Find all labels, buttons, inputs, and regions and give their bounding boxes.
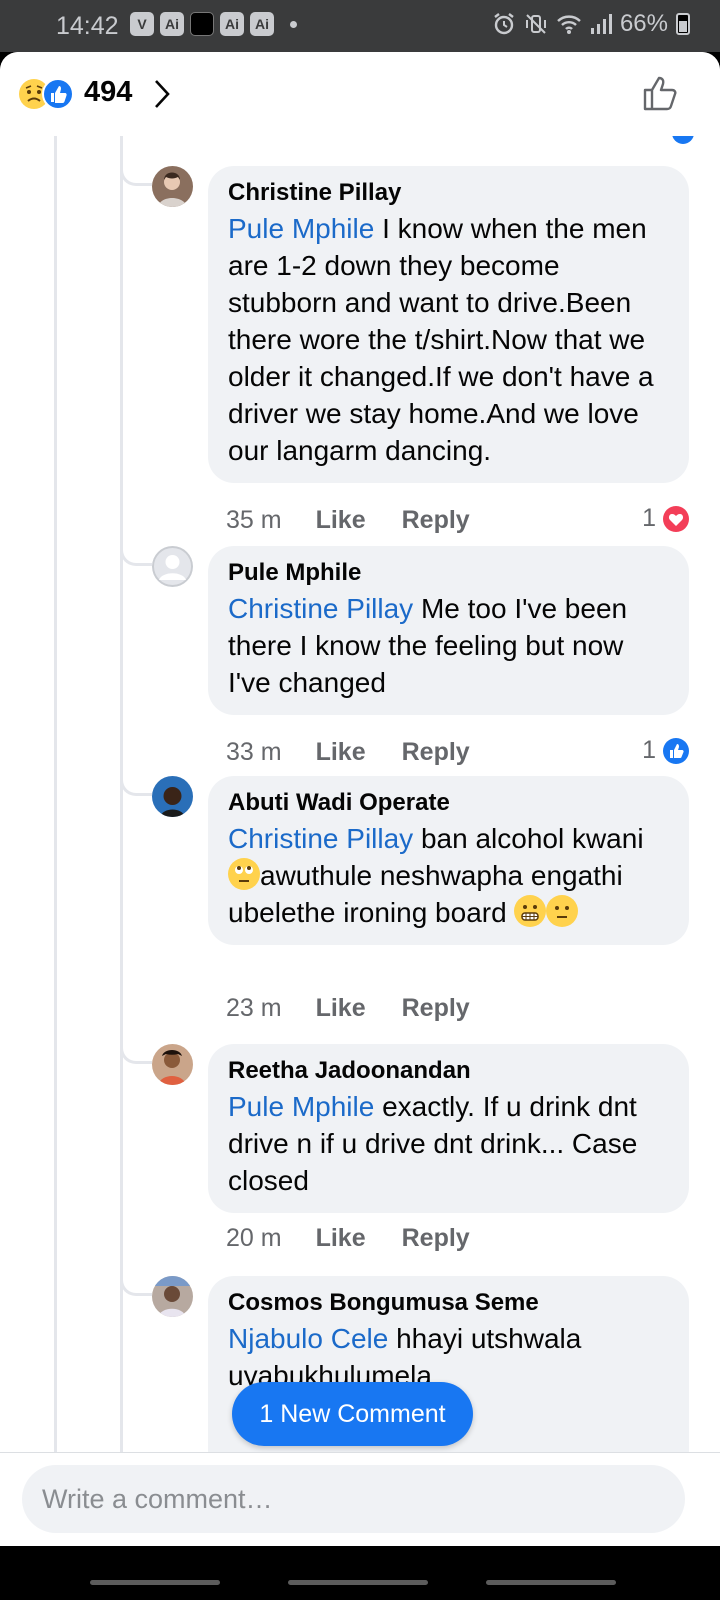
- reply-button[interactable]: Reply: [402, 1224, 470, 1253]
- mention-link[interactable]: Pule Mphile: [228, 213, 374, 244]
- comment-author[interactable]: Pule Mphile: [228, 558, 669, 588]
- avatar[interactable]: [152, 1044, 193, 1085]
- comment-composer: [0, 1452, 720, 1546]
- nav-back-indicator[interactable]: [486, 1580, 616, 1585]
- mention-link[interactable]: Christine Pillay: [228, 823, 413, 854]
- reaction-icon: [672, 136, 694, 144]
- like-reaction-icon: [663, 737, 689, 764]
- comment-text: Pule Mphile exactly. If u drink dnt driv…: [228, 1088, 669, 1199]
- status-right: 66%: [492, 10, 690, 38]
- reactions-header: 494: [0, 52, 720, 136]
- comment-bubble[interactable]: Christine Pillay Pule Mphile I know when…: [208, 166, 689, 483]
- love-reaction-icon: [663, 505, 689, 532]
- comment-thread: Christine Pillay Pule Mphile I know when…: [0, 136, 720, 1482]
- chevron-right-icon[interactable]: [152, 78, 172, 110]
- comments-sheet: 494 Christine Pillay Pule Mphile I know …: [0, 52, 720, 1482]
- mention-link[interactable]: Njabulo Cele: [228, 1323, 388, 1354]
- comment-reactions[interactable]: 1: [642, 736, 690, 765]
- comment-body: ban alcohol kwani: [413, 823, 644, 854]
- reply-connector: [120, 748, 152, 796]
- battery-icon: [676, 13, 690, 35]
- reply-button[interactable]: Reply: [402, 506, 470, 535]
- comment-bubble[interactable]: Abuti Wadi Operate Christine Pillay ban …: [208, 776, 689, 945]
- app-thumbnail-icon: [190, 12, 214, 36]
- reply-connector: [120, 138, 152, 186]
- status-app-icons: V Ai Ai Ai: [130, 12, 297, 36]
- reply-button[interactable]: Reply: [402, 738, 470, 767]
- status-bar: 14:42 V Ai Ai Ai 66%: [0, 0, 720, 52]
- like-button[interactable]: Like: [316, 738, 366, 767]
- reaction-count[interactable]: 494: [84, 76, 132, 109]
- comment-actions: 35 m Like Reply: [226, 506, 470, 535]
- comment-reactions[interactable]: 1: [642, 504, 690, 533]
- reply-connector: [120, 1016, 152, 1064]
- battery-percent: 66%: [619, 10, 668, 37]
- comment-time: 20 m: [226, 1224, 282, 1252]
- alarm-icon: [494, 13, 514, 35]
- nav-home-indicator[interactable]: [288, 1580, 428, 1585]
- like-button[interactable]: Like: [316, 506, 366, 535]
- new-comment-button[interactable]: 1 New Comment: [232, 1382, 473, 1446]
- comment-bubble[interactable]: Pule Mphile Christine Pillay Me too I've…: [208, 546, 689, 715]
- reply-button[interactable]: Reply: [402, 994, 470, 1023]
- mention-link[interactable]: Christine Pillay: [228, 593, 413, 624]
- mention-link[interactable]: Pule Mphile: [228, 1091, 374, 1122]
- illustrator-icon: Ai: [160, 12, 184, 36]
- reply-connector: [120, 1248, 152, 1296]
- illustrator-icon: Ai: [250, 12, 274, 36]
- illustrator-icon: Ai: [220, 12, 244, 36]
- comment-actions: 20 m Like Reply: [226, 1224, 470, 1253]
- reply-connector: [120, 518, 152, 566]
- comment-author[interactable]: Cosmos Bongumusa Seme: [228, 1288, 669, 1318]
- vivaldi-icon: V: [130, 12, 154, 36]
- comment-author[interactable]: Christine Pillay: [228, 178, 669, 208]
- neutral-face-emoji-icon: [546, 895, 579, 927]
- status-time: 14:42: [56, 12, 119, 40]
- nav-recents-indicator[interactable]: [90, 1580, 220, 1585]
- system-nav-bar: [0, 1546, 720, 1600]
- thread-line: [54, 136, 57, 1482]
- reaction-count: 1: [642, 504, 656, 532]
- comment-author[interactable]: Abuti Wadi Operate: [228, 788, 669, 818]
- comment-bubble[interactable]: Cosmos Bongumusa Seme Njabulo Cele hhayi…: [208, 1276, 689, 1476]
- comment-input[interactable]: [22, 1465, 685, 1533]
- comment-actions: 33 m Like Reply: [226, 738, 470, 767]
- avatar[interactable]: [152, 546, 193, 587]
- avatar[interactable]: [152, 776, 193, 817]
- like-button[interactable]: Like: [316, 1224, 366, 1253]
- like-outline-icon[interactable]: [642, 74, 680, 112]
- avatar[interactable]: [152, 1276, 193, 1317]
- reaction-count: 1: [642, 736, 656, 764]
- eye-roll-emoji-icon: [228, 858, 260, 890]
- comment-bubble[interactable]: Reetha Jadoonandan Pule Mphile exactly. …: [208, 1044, 689, 1213]
- comment-time: 23 m: [226, 994, 282, 1022]
- comment-body: I know when the men are 1-2 down they be…: [228, 213, 654, 466]
- reaction-summary[interactable]: [18, 78, 78, 110]
- comment-author[interactable]: Reetha Jadoonandan: [228, 1056, 669, 1086]
- like-emoji-icon: [42, 78, 74, 110]
- comment-text: Christine Pillay ban alcohol kwani awuthu…: [228, 820, 669, 931]
- comment-text: Christine Pillay Me too I've been there …: [228, 590, 669, 701]
- signal-icon: [590, 14, 612, 34]
- grimacing-emoji-icon: [514, 895, 547, 927]
- notification-dot-icon: [290, 20, 297, 28]
- avatar[interactable]: [152, 166, 193, 207]
- vibrate-mute-icon: [525, 14, 546, 34]
- comment-text: Pule Mphile I know when the men are 1-2 …: [228, 210, 669, 469]
- comment-time: 35 m: [226, 506, 282, 534]
- wifi-icon: [557, 15, 581, 34]
- comment-actions: 23 m Like Reply: [226, 994, 470, 1023]
- like-button[interactable]: Like: [316, 994, 366, 1023]
- comment-time: 33 m: [226, 738, 282, 766]
